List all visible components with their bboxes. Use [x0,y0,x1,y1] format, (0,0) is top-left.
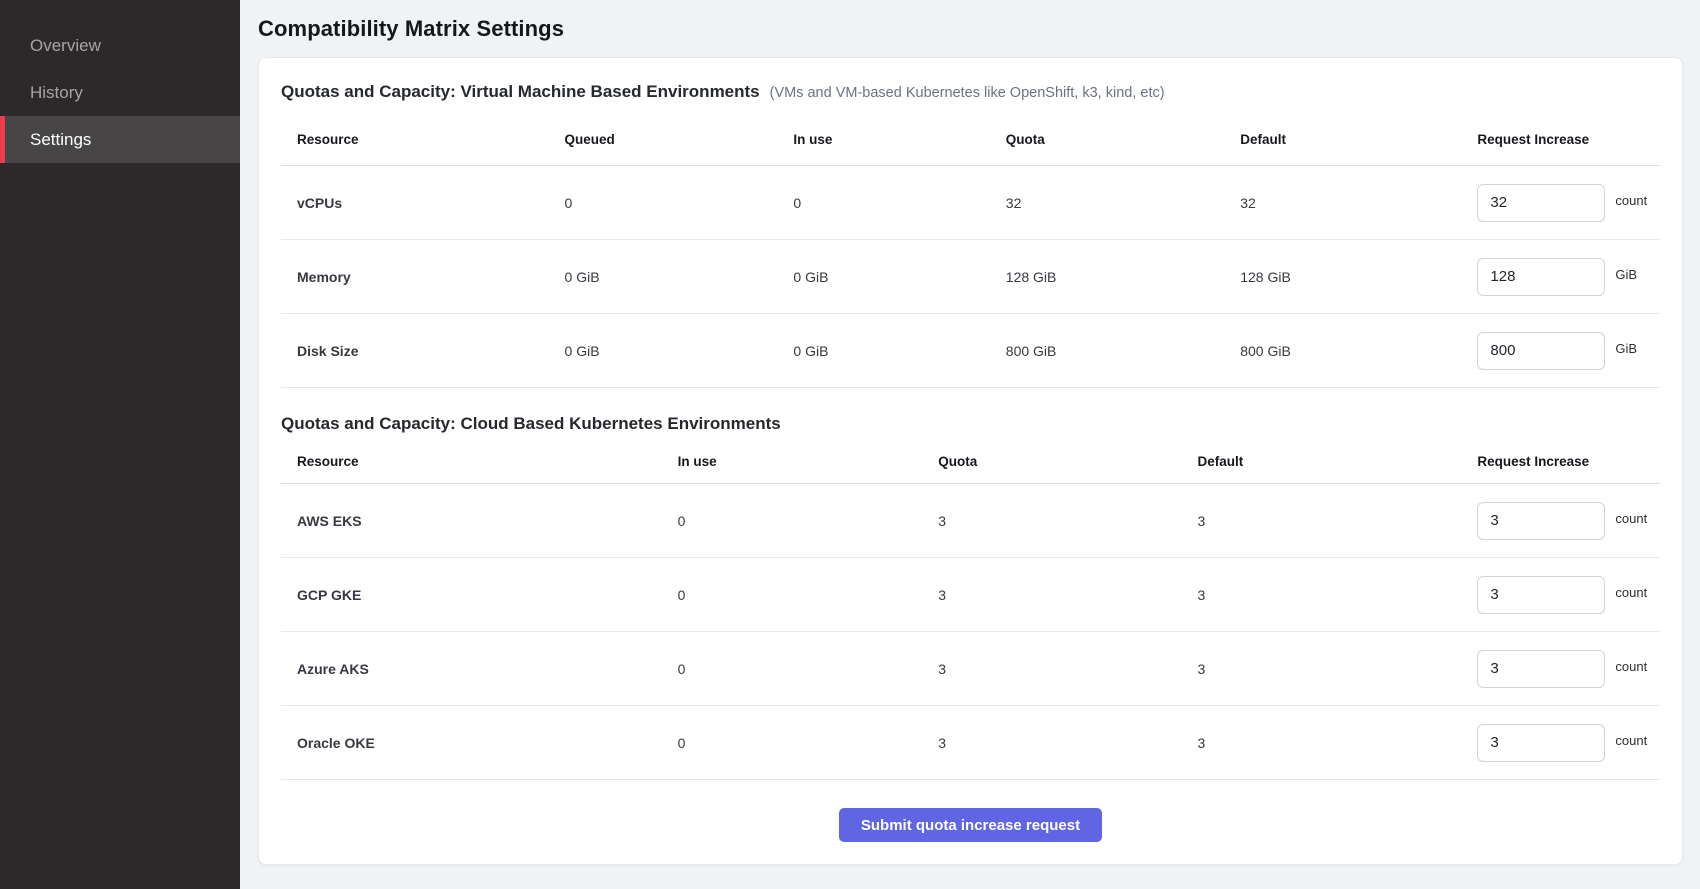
in-use-value: 0 GiB [777,314,989,388]
request-increase-field: count [1477,502,1652,540]
request-increase-field: count [1477,576,1652,614]
table-row-azure-aks: Azure AKS 0 3 3 count [281,632,1660,706]
quota-value: 800 GiB [990,314,1224,388]
in-use-value: 0 GiB [777,240,989,314]
request-increase-field: count [1477,184,1652,222]
table-row-memory: Memory 0 GiB 0 GiB 128 GiB 128 GiB GiB [281,240,1660,314]
sidebar-item-label: Overview [30,36,101,56]
column-header-in-use: In use [662,434,923,484]
quota-value: 3 [922,484,1181,558]
column-header-resource: Resource [281,102,549,166]
unit-label: GiB [1615,341,1663,356]
table-row-disk-size: Disk Size 0 GiB 0 GiB 800 GiB 800 GiB Gi… [281,314,1660,388]
resource-name: AWS EKS [281,484,662,558]
table-row-aws-eks: AWS EKS 0 3 3 count [281,484,1660,558]
in-use-value: 0 [662,632,923,706]
vm-quota-table: Resource Queued In use Quota Default Req… [281,102,1660,388]
oracle-oke-request-input[interactable] [1477,724,1605,762]
sidebar-item-overview[interactable]: Overview [0,22,240,69]
gcp-gke-request-input[interactable] [1477,576,1605,614]
queued-value: 0 [549,166,778,240]
column-header-request-increase: Request Increase [1461,434,1660,484]
request-increase-field: count [1477,650,1652,688]
cloud-section-title: Quotas and Capacity: Cloud Based Kuberne… [281,414,1660,434]
quota-value: 3 [922,632,1181,706]
sidebar-item-settings[interactable]: Settings [0,116,240,163]
submit-quota-increase-button[interactable]: Submit quota increase request [839,808,1102,842]
default-value: 3 [1181,558,1461,632]
queued-value: 0 GiB [549,240,778,314]
cloud-quota-table: Resource In use Quota Default Request In… [281,434,1660,780]
main-content: Compatibility Matrix Settings Quotas and… [240,0,1700,889]
sidebar-item-label: History [30,83,83,103]
resource-name: Oracle OKE [281,706,662,780]
default-value: 3 [1181,484,1461,558]
resource-name: Memory [281,240,549,314]
default-value: 3 [1181,632,1461,706]
azure-aks-request-input[interactable] [1477,650,1605,688]
column-header-in-use: In use [777,102,989,166]
sidebar-item-label: Settings [30,130,91,150]
request-increase-field: GiB [1477,258,1652,296]
column-header-queued: Queued [549,102,778,166]
resource-name: vCPUs [281,166,549,240]
in-use-value: 0 [662,558,923,632]
request-increase-field: GiB [1477,332,1652,370]
table-row-vcpus: vCPUs 0 0 32 32 count [281,166,1660,240]
column-header-request-increase: Request Increase [1461,102,1660,166]
default-value: 32 [1224,166,1461,240]
vm-section-title: Quotas and Capacity: Virtual Machine Bas… [281,82,760,102]
column-header-default: Default [1181,434,1461,484]
unit-label: count [1615,193,1663,208]
resource-name: Disk Size [281,314,549,388]
default-value: 128 GiB [1224,240,1461,314]
resource-name: GCP GKE [281,558,662,632]
aws-eks-request-input[interactable] [1477,502,1605,540]
request-increase-field: count [1477,724,1652,762]
vm-table-header-row: Resource Queued In use Quota Default Req… [281,102,1660,166]
unit-label: count [1615,585,1663,600]
column-header-quota: Quota [922,434,1181,484]
page-title: Compatibility Matrix Settings [258,16,1683,42]
disk-size-request-input[interactable] [1477,332,1605,370]
submit-button-row: Submit quota increase request [281,808,1660,842]
unit-label: count [1615,511,1663,526]
column-header-resource: Resource [281,434,662,484]
unit-label: GiB [1615,267,1663,282]
quota-value: 128 GiB [990,240,1224,314]
quota-value: 32 [990,166,1224,240]
default-value: 800 GiB [1224,314,1461,388]
in-use-value: 0 [777,166,989,240]
sidebar-nav: Overview History Settings [0,22,240,163]
unit-label: count [1615,659,1663,674]
column-header-quota: Quota [990,102,1224,166]
quota-value: 3 [922,558,1181,632]
sidebar: Overview History Settings [0,0,240,889]
quota-value: 3 [922,706,1181,780]
in-use-value: 0 [662,706,923,780]
unit-label: count [1615,733,1663,748]
sidebar-item-history[interactable]: History [0,69,240,116]
resource-name: Azure AKS [281,632,662,706]
in-use-value: 0 [662,484,923,558]
vm-section-header: Quotas and Capacity: Virtual Machine Bas… [281,82,1660,102]
quota-settings-card: Quotas and Capacity: Virtual Machine Bas… [258,57,1683,865]
active-indicator [0,116,5,163]
column-header-default: Default [1224,102,1461,166]
cloud-table-header-row: Resource In use Quota Default Request In… [281,434,1660,484]
queued-value: 0 GiB [549,314,778,388]
table-row-oracle-oke: Oracle OKE 0 3 3 count [281,706,1660,780]
vm-section-subtitle: (VMs and VM-based Kubernetes like OpenSh… [770,85,1165,101]
table-row-gcp-gke: GCP GKE 0 3 3 count [281,558,1660,632]
memory-request-input[interactable] [1477,258,1605,296]
default-value: 3 [1181,706,1461,780]
vcpus-request-input[interactable] [1477,184,1605,222]
